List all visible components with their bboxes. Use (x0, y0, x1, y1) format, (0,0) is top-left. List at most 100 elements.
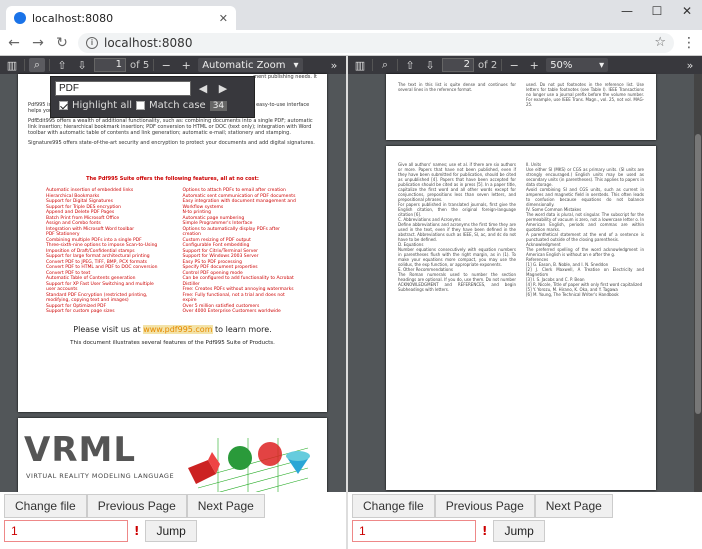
find-previous-icon[interactable]: ◀ (195, 82, 211, 95)
previous-page-button[interactable]: Previous Page (86, 494, 187, 518)
reference-column-right: used. Do not put footnotes in the refere… (526, 82, 644, 107)
highlight-all-label[interactable]: Highlight all (72, 100, 132, 111)
scrollbar[interactable] (694, 74, 702, 492)
chevron-down-icon: ▾ (293, 59, 299, 71)
previous-page-icon[interactable]: ⇧ (402, 59, 418, 72)
zoom-value: Automatic Zoom (202, 59, 286, 71)
right-pdf-viewer: ▥ ⌕ ⇧ ⇩ 2 of 2 − + 50% ▾ » The text in t… (348, 56, 702, 492)
toolbar-separator (49, 59, 50, 71)
left-viewer-toolbar: ▥ ⌕ ⇧ ⇩ 1 of 5 − + Automatic Zoom ▾ » (0, 56, 346, 74)
zoom-out-icon[interactable]: − (158, 59, 174, 72)
pdf-feature-columns: Automatic insertion of embedded links Hi… (18, 188, 327, 315)
next-page-icon[interactable]: ⇩ (422, 59, 438, 72)
zoom-out-icon[interactable]: − (506, 59, 522, 72)
change-file-button[interactable]: Change file (352, 494, 435, 518)
zoom-select[interactable]: Automatic Zoom ▾ (198, 58, 303, 72)
toolbar-separator (24, 59, 25, 71)
url-text[interactable]: localhost:8080 (104, 36, 648, 50)
page-jump-input[interactable]: 1 (4, 520, 128, 542)
maximize-icon[interactable]: ☐ (642, 0, 672, 22)
match-case-label[interactable]: Match case (149, 100, 206, 111)
pdf-visit-line: Please visit us at www.pdf995.com to lea… (18, 324, 327, 334)
site-info-icon[interactable]: i (86, 36, 98, 49)
visit-prefix: Please visit us at (73, 324, 144, 334)
sidebar-toggle-icon[interactable]: ▥ (4, 59, 20, 72)
omnibox[interactable]: i localhost:8080 ☆ (78, 32, 674, 53)
address-bar: ← → ↻ i localhost:8080 ☆ ⋮ (0, 30, 702, 56)
zoom-value: 50% (550, 59, 573, 71)
scrollbar-thumb[interactable] (695, 134, 701, 414)
pdf-features-heading: The Pdf995 Suite offers the following fe… (86, 176, 259, 182)
match-count: 34 (209, 100, 228, 111)
close-window-icon[interactable]: ✕ (672, 0, 702, 22)
toolbar-separator (501, 59, 503, 71)
right-viewer-toolbar: ▥ ⌕ ⇧ ⇩ 2 of 2 − + 50% ▾ » (348, 56, 702, 74)
pdf-intro-paragraph: PdfEdit995 offers a wealth of additional… (28, 118, 313, 136)
browser-menu-icon[interactable]: ⋮ (682, 35, 696, 51)
vrml-subtitle: VIRTUAL REALITY MODELING LANGUAGE (26, 472, 175, 480)
pdf-document-note: This document illustrates several featur… (70, 339, 275, 346)
tab-strip: localhost:8080 ✕ — ☐ ✕ (0, 0, 702, 30)
zoom-in-icon[interactable]: + (526, 59, 542, 72)
toolbar-separator (153, 59, 155, 71)
find-icon[interactable]: ⌕ (29, 58, 45, 72)
reference-column-left: The text in this list is quite dense and… (398, 82, 516, 92)
sidebar-toggle-icon[interactable]: ▥ (352, 59, 368, 72)
pdf-features-right: Options to attach PDFs to email after cr… (182, 188, 296, 314)
close-tab-icon[interactable]: ✕ (219, 12, 228, 25)
toolbar-separator (372, 59, 373, 71)
zoom-in-icon[interactable]: + (178, 59, 194, 72)
jump-button[interactable]: Jump (493, 520, 545, 542)
find-bar: ◀ ▶ Highlight all Match case 34 (50, 76, 255, 118)
pdf-page-1: ment publishing needs. It Pdf995 is a pr… (18, 74, 327, 412)
next-page-button[interactable]: Next Page (534, 494, 613, 518)
vrml-logo: VRML (24, 430, 136, 470)
reference-columns: The text in this list is quite dense and… (386, 74, 656, 107)
previous-page-button[interactable]: Previous Page (434, 494, 535, 518)
find-input[interactable] (55, 81, 191, 96)
visit-suffix: to learn more. (212, 324, 272, 334)
chevron-down-icon: ▾ (599, 59, 605, 71)
vrml-3d-shapes-image (188, 438, 310, 492)
pdf-page-1-bottom: The text in this list is quite dense and… (386, 74, 656, 140)
back-icon[interactable]: ← (6, 35, 22, 51)
visit-link[interactable]: www.pdf995.com (143, 324, 213, 334)
change-file-button[interactable]: Change file (4, 494, 87, 518)
pdf-features-left: Automatic insertion of embedded links Hi… (46, 188, 158, 314)
previous-page-icon[interactable]: ⇧ (54, 59, 70, 72)
page-count: of 5 (130, 59, 150, 71)
favicon-icon (14, 12, 26, 24)
left-controls: Change file Previous Page Next Page 1 ! … (0, 494, 346, 549)
body-column-left: Give all authors' names; use et al. if t… (398, 162, 516, 292)
tools-menu-icon[interactable]: » (682, 59, 698, 72)
highlight-all-checkbox[interactable] (59, 101, 68, 110)
match-case-checkbox[interactable] (136, 101, 146, 110)
input-error-icon: ! (134, 524, 140, 538)
minimize-icon[interactable]: — (612, 0, 642, 22)
next-page-icon[interactable]: ⇩ (74, 59, 90, 72)
tab-title: localhost:8080 (32, 11, 114, 25)
left-pdf-viewer: ▥ ⌕ ⇧ ⇩ 1 of 5 − + Automatic Zoom ▾ » me… (0, 56, 346, 492)
next-page-button[interactable]: Next Page (186, 494, 265, 518)
find-next-icon[interactable]: ▶ (215, 82, 231, 95)
forward-icon[interactable]: → (30, 35, 46, 51)
find-icon[interactable]: ⌕ (377, 58, 393, 72)
pdf-page-2: Give all authors' names; use et al. if t… (386, 146, 656, 490)
input-error-icon: ! (482, 524, 488, 538)
toolbar-separator (397, 59, 398, 71)
body-columns: Give all authors' names; use et al. if t… (386, 146, 656, 297)
body-column-right: II. Units Use either SI (MKS) or CGS as … (526, 162, 644, 297)
browser-tab[interactable]: localhost:8080 ✕ (6, 6, 236, 30)
jump-button[interactable]: Jump (145, 520, 197, 542)
bookmark-star-icon[interactable]: ☆ (654, 35, 666, 50)
window-controls: — ☐ ✕ (612, 0, 702, 22)
zoom-select[interactable]: 50% ▾ (546, 58, 609, 72)
reload-icon[interactable]: ↻ (54, 35, 70, 51)
page-jump-input[interactable]: 1 (352, 520, 476, 542)
pdf-intro-paragraph: Signature995 offers state-of-the-art sec… (28, 140, 315, 146)
page-number-input[interactable]: 2 (442, 58, 474, 72)
page-number-input[interactable]: 1 (94, 58, 126, 72)
page-count: of 2 (478, 59, 498, 71)
right-controls: Change file Previous Page Next Page 1 ! … (348, 494, 702, 549)
tools-menu-icon[interactable]: » (326, 59, 342, 72)
